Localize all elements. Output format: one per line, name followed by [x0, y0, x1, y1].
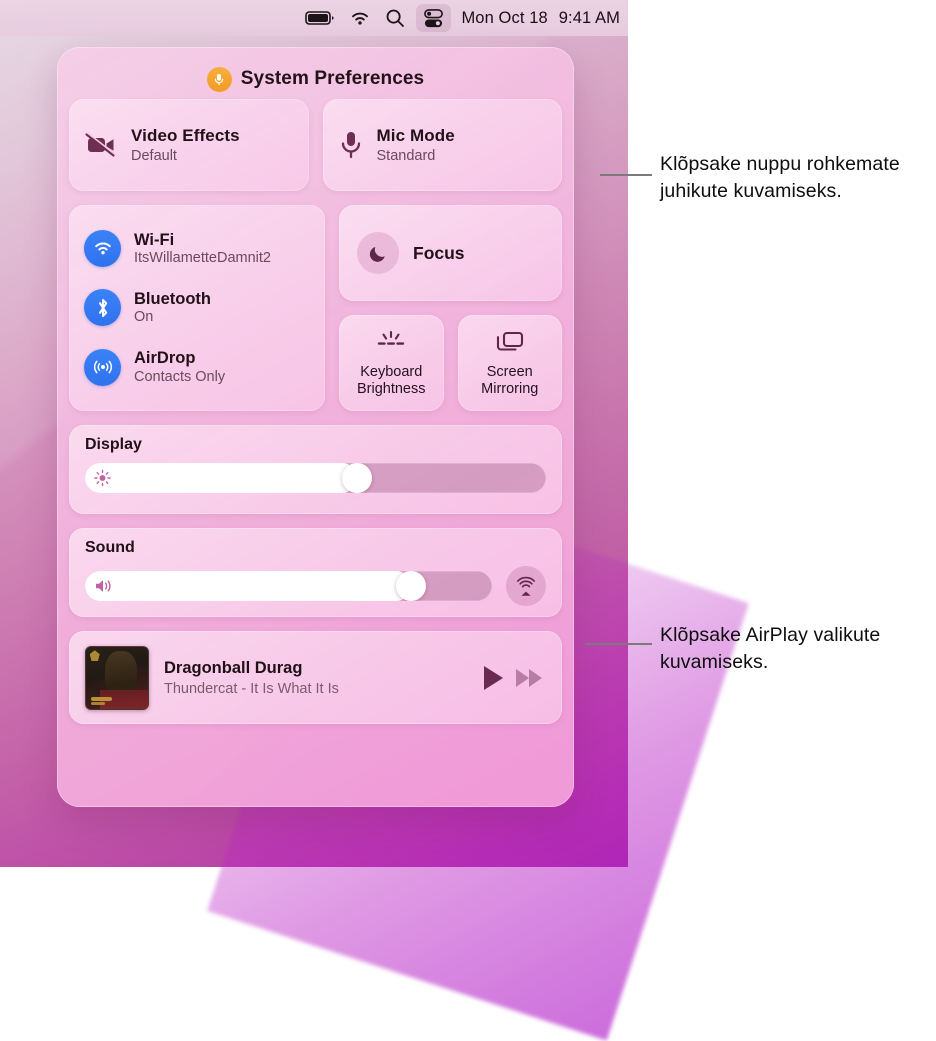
search-icon[interactable]	[385, 4, 405, 32]
mic-mode-tile[interactable]: Mic Mode Standard	[322, 99, 562, 191]
airdrop-subtitle: Contacts Only	[134, 368, 226, 385]
battery-icon[interactable]	[305, 4, 335, 32]
sound-label: Sound	[85, 539, 135, 556]
wifi-icon[interactable]	[349, 4, 371, 32]
video-effects-tile[interactable]: Video Effects Default	[69, 99, 309, 191]
wifi-labels: Wi-Fi ItsWillametteDamnit2	[134, 231, 271, 267]
focus-label: Focus	[413, 242, 465, 263]
bluetooth-icon	[84, 289, 121, 327]
bluetooth-subtitle: On	[134, 309, 154, 326]
display-slider-wrap	[85, 463, 546, 493]
keyboard-brightness-icon	[373, 328, 409, 358]
wifi-subtitle: ItsWillametteDamnit2	[134, 249, 271, 266]
menu-bar: Mon Oct 18 9:41 AM	[0, 0, 628, 36]
menu-bar-clock[interactable]: Mon Oct 18 9:41 AM	[461, 9, 620, 28]
microphone-icon	[339, 130, 363, 160]
video-off-icon	[85, 132, 117, 158]
screenshot-root: Mon Oct 18 9:41 AM System Preferences Vi…	[0, 0, 936, 867]
bluetooth-title: Bluetooth	[134, 289, 211, 308]
utility-squares-row: Keyboard Brightness Screen Mirroring	[339, 315, 562, 411]
play-icon[interactable]	[484, 665, 503, 690]
screen-mirroring-icon	[495, 328, 525, 358]
sound-card: Sound	[69, 528, 562, 617]
bluetooth-row[interactable]: Bluetooth On	[69, 280, 325, 336]
mic-mode-labels: Mic Mode Standard	[377, 126, 455, 164]
display-brightness-slider[interactable]	[85, 463, 546, 493]
video-effects-labels: Video Effects Default	[131, 126, 240, 164]
airplay-audio-button[interactable]	[506, 566, 546, 606]
keyboard-brightness-tile[interactable]: Keyboard Brightness	[339, 315, 444, 411]
panel-title-text: System Preferences	[240, 68, 425, 89]
bluetooth-labels: Bluetooth On	[134, 290, 211, 326]
callout-leader-2	[585, 643, 652, 645]
now-playing-card[interactable]: Dragonball Durag Thundercat - It Is What…	[69, 631, 562, 724]
screen-mirroring-line2: Mirroring	[481, 381, 539, 397]
now-playing-labels: Dragonball Durag Thundercat - It Is What…	[164, 659, 469, 697]
airdrop-icon	[84, 348, 121, 386]
top-tiles-row: Video Effects Default Mic Mode Standard	[69, 99, 562, 191]
brightness-icon	[94, 469, 111, 487]
menu-bar-time: 9:41 AM	[558, 8, 620, 27]
screen-mirroring-tile[interactable]: Screen Mirroring	[457, 315, 562, 411]
display-label: Display	[85, 436, 142, 453]
sound-slider-wrap	[85, 566, 546, 606]
sound-slider-fill	[85, 571, 411, 601]
sound-slider-knob[interactable]	[395, 571, 426, 601]
keyboard-brightness-line2: Brightness	[356, 381, 426, 397]
display-card: Display	[69, 425, 562, 514]
wifi-title: Wi-Fi	[134, 230, 175, 249]
airdrop-labels: AirDrop Contacts Only	[134, 349, 225, 385]
fast-forward-icon[interactable]	[516, 668, 542, 687]
focus-tile[interactable]: Focus	[339, 205, 562, 301]
now-playing-title: Dragonball Durag	[164, 658, 303, 677]
panel-title: System Preferences	[69, 59, 562, 99]
connectivity-card: Wi-Fi ItsWillametteDamnit2 Bluetooth On	[69, 205, 325, 411]
video-effects-title: Video Effects	[131, 126, 240, 145]
keyboard-brightness-label: Keyboard Brightness	[357, 364, 426, 398]
moon-icon	[357, 232, 399, 274]
microphone-badge-icon	[206, 66, 232, 92]
display-slider-knob[interactable]	[341, 463, 372, 493]
menu-bar-date: Mon Oct 18	[461, 8, 548, 27]
callout-text-1: Klõpsake nuppu rohkemate juhikute kuvami…	[660, 153, 900, 202]
speaker-icon	[94, 578, 116, 595]
callout-leader-1	[600, 174, 652, 176]
screen-mirroring-line1: Screen	[486, 364, 533, 381]
now-playing-controls	[484, 665, 546, 690]
display-slider-fill	[85, 463, 357, 493]
connectivity-row: Wi-Fi ItsWillametteDamnit2 Bluetooth On	[69, 205, 562, 411]
airdrop-row[interactable]: AirDrop Contacts Only	[69, 339, 325, 395]
control-center-icon[interactable]	[416, 4, 452, 32]
mic-mode-subtitle: Standard	[376, 148, 436, 164]
now-playing-subtitle: Thundercat - It Is What It Is	[164, 680, 339, 697]
video-effects-subtitle: Default	[131, 148, 177, 164]
airdrop-title: AirDrop	[134, 349, 196, 368]
wifi-row[interactable]: Wi-Fi ItsWillametteDamnit2	[69, 221, 325, 277]
mic-mode-title: Mic Mode	[376, 126, 455, 145]
sound-volume-slider[interactable]	[85, 571, 492, 601]
callout-text-2: Klõpsake AirPlay valikute kuvamiseks.	[660, 624, 881, 673]
wifi-icon	[84, 230, 121, 268]
screen-mirroring-label: Screen Mirroring	[481, 364, 538, 398]
control-center-panel: System Preferences Video Effects Default…	[57, 47, 574, 807]
keyboard-brightness-line1: Keyboard	[360, 364, 423, 381]
focus-and-utilities-column: Focus Keyboard Brightness Screen Mirrori…	[339, 205, 562, 411]
album-artwork	[85, 645, 149, 710]
